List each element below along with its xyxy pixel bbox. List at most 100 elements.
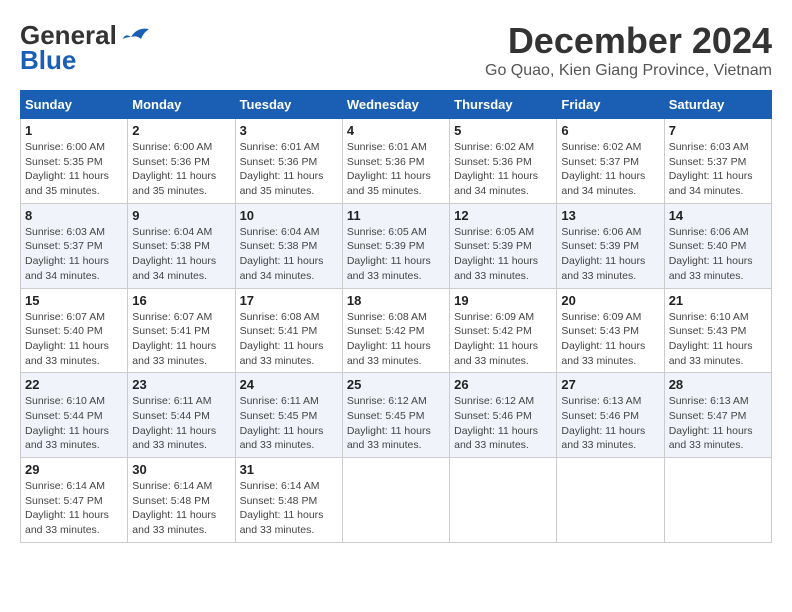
calendar-day-cell: 1 Sunrise: 6:00 AMSunset: 5:35 PMDayligh… <box>21 119 128 204</box>
calendar-day-cell: 19 Sunrise: 6:09 AMSunset: 5:42 PMDaylig… <box>450 288 557 373</box>
day-number: 10 <box>240 208 338 223</box>
day-info: Sunrise: 6:08 AMSunset: 5:42 PMDaylight:… <box>347 310 445 369</box>
day-number: 9 <box>132 208 230 223</box>
calendar-day-cell: 4 Sunrise: 6:01 AMSunset: 5:36 PMDayligh… <box>342 119 449 204</box>
day-number: 20 <box>561 293 659 308</box>
calendar-week-row: 1 Sunrise: 6:00 AMSunset: 5:35 PMDayligh… <box>21 119 772 204</box>
day-info: Sunrise: 6:02 AMSunset: 5:37 PMDaylight:… <box>561 140 659 199</box>
logo-blue: Blue <box>20 45 76 76</box>
calendar-day-cell: 14 Sunrise: 6:06 AMSunset: 5:40 PMDaylig… <box>664 203 771 288</box>
day-info: Sunrise: 6:03 AMSunset: 5:37 PMDaylight:… <box>669 140 767 199</box>
calendar-day-cell: 29 Sunrise: 6:14 AMSunset: 5:47 PMDaylig… <box>21 458 128 543</box>
calendar-day-cell: 31 Sunrise: 6:14 AMSunset: 5:48 PMDaylig… <box>235 458 342 543</box>
day-number: 24 <box>240 377 338 392</box>
day-info: Sunrise: 6:03 AMSunset: 5:37 PMDaylight:… <box>25 225 123 284</box>
empty-cell <box>557 458 664 543</box>
day-info: Sunrise: 6:06 AMSunset: 5:39 PMDaylight:… <box>561 225 659 284</box>
day-info: Sunrise: 6:01 AMSunset: 5:36 PMDaylight:… <box>240 140 338 199</box>
calendar-day-cell: 6 Sunrise: 6:02 AMSunset: 5:37 PMDayligh… <box>557 119 664 204</box>
empty-cell <box>342 458 449 543</box>
calendar-day-cell: 7 Sunrise: 6:03 AMSunset: 5:37 PMDayligh… <box>664 119 771 204</box>
day-number: 14 <box>669 208 767 223</box>
logo-bird-icon <box>121 25 153 47</box>
day-info: Sunrise: 6:14 AMSunset: 5:48 PMDaylight:… <box>240 479 338 538</box>
calendar-day-cell: 23 Sunrise: 6:11 AMSunset: 5:44 PMDaylig… <box>128 373 235 458</box>
calendar-header-row: Sunday Monday Tuesday Wednesday Thursday… <box>21 91 772 119</box>
calendar-day-cell: 5 Sunrise: 6:02 AMSunset: 5:36 PMDayligh… <box>450 119 557 204</box>
day-number: 17 <box>240 293 338 308</box>
day-number: 1 <box>25 123 123 138</box>
calendar-subtitle: Go Quao, Kien Giang Province, Vietnam <box>485 62 772 80</box>
day-number: 23 <box>132 377 230 392</box>
calendar-day-cell: 9 Sunrise: 6:04 AMSunset: 5:38 PMDayligh… <box>128 203 235 288</box>
day-info: Sunrise: 6:05 AMSunset: 5:39 PMDaylight:… <box>454 225 552 284</box>
day-info: Sunrise: 6:09 AMSunset: 5:42 PMDaylight:… <box>454 310 552 369</box>
calendar-day-cell: 26 Sunrise: 6:12 AMSunset: 5:46 PMDaylig… <box>450 373 557 458</box>
calendar-day-cell: 10 Sunrise: 6:04 AMSunset: 5:38 PMDaylig… <box>235 203 342 288</box>
empty-cell <box>450 458 557 543</box>
day-info: Sunrise: 6:00 AMSunset: 5:35 PMDaylight:… <box>25 140 123 199</box>
day-number: 3 <box>240 123 338 138</box>
calendar-day-cell: 30 Sunrise: 6:14 AMSunset: 5:48 PMDaylig… <box>128 458 235 543</box>
day-info: Sunrise: 6:06 AMSunset: 5:40 PMDaylight:… <box>669 225 767 284</box>
day-info: Sunrise: 6:00 AMSunset: 5:36 PMDaylight:… <box>132 140 230 199</box>
day-info: Sunrise: 6:08 AMSunset: 5:41 PMDaylight:… <box>240 310 338 369</box>
day-number: 29 <box>25 462 123 477</box>
day-info: Sunrise: 6:07 AMSunset: 5:41 PMDaylight:… <box>132 310 230 369</box>
calendar-day-cell: 12 Sunrise: 6:05 AMSunset: 5:39 PMDaylig… <box>450 203 557 288</box>
day-number: 22 <box>25 377 123 392</box>
day-info: Sunrise: 6:12 AMSunset: 5:46 PMDaylight:… <box>454 394 552 453</box>
calendar-week-row: 15 Sunrise: 6:07 AMSunset: 5:40 PMDaylig… <box>21 288 772 373</box>
calendar-title: December 2024 <box>485 20 772 62</box>
empty-cell <box>664 458 771 543</box>
day-number: 5 <box>454 123 552 138</box>
col-saturday: Saturday <box>664 91 771 119</box>
day-info: Sunrise: 6:13 AMSunset: 5:47 PMDaylight:… <box>669 394 767 453</box>
day-info: Sunrise: 6:14 AMSunset: 5:47 PMDaylight:… <box>25 479 123 538</box>
day-number: 18 <box>347 293 445 308</box>
day-info: Sunrise: 6:14 AMSunset: 5:48 PMDaylight:… <box>132 479 230 538</box>
calendar-day-cell: 8 Sunrise: 6:03 AMSunset: 5:37 PMDayligh… <box>21 203 128 288</box>
calendar-day-cell: 22 Sunrise: 6:10 AMSunset: 5:44 PMDaylig… <box>21 373 128 458</box>
day-info: Sunrise: 6:10 AMSunset: 5:43 PMDaylight:… <box>669 310 767 369</box>
calendar-day-cell: 28 Sunrise: 6:13 AMSunset: 5:47 PMDaylig… <box>664 373 771 458</box>
calendar-day-cell: 13 Sunrise: 6:06 AMSunset: 5:39 PMDaylig… <box>557 203 664 288</box>
calendar-week-row: 22 Sunrise: 6:10 AMSunset: 5:44 PMDaylig… <box>21 373 772 458</box>
day-number: 7 <box>669 123 767 138</box>
day-info: Sunrise: 6:11 AMSunset: 5:45 PMDaylight:… <box>240 394 338 453</box>
day-info: Sunrise: 6:09 AMSunset: 5:43 PMDaylight:… <box>561 310 659 369</box>
day-number: 2 <box>132 123 230 138</box>
day-number: 26 <box>454 377 552 392</box>
calendar-day-cell: 2 Sunrise: 6:00 AMSunset: 5:36 PMDayligh… <box>128 119 235 204</box>
calendar-week-row: 8 Sunrise: 6:03 AMSunset: 5:37 PMDayligh… <box>21 203 772 288</box>
day-number: 16 <box>132 293 230 308</box>
day-info: Sunrise: 6:05 AMSunset: 5:39 PMDaylight:… <box>347 225 445 284</box>
col-sunday: Sunday <box>21 91 128 119</box>
day-number: 25 <box>347 377 445 392</box>
day-number: 11 <box>347 208 445 223</box>
day-info: Sunrise: 6:01 AMSunset: 5:36 PMDaylight:… <box>347 140 445 199</box>
day-number: 27 <box>561 377 659 392</box>
day-info: Sunrise: 6:12 AMSunset: 5:45 PMDaylight:… <box>347 394 445 453</box>
col-monday: Monday <box>128 91 235 119</box>
header: General Blue December 2024 Go Quao, Kien… <box>20 20 772 80</box>
day-info: Sunrise: 6:11 AMSunset: 5:44 PMDaylight:… <box>132 394 230 453</box>
col-wednesday: Wednesday <box>342 91 449 119</box>
day-number: 28 <box>669 377 767 392</box>
title-area: December 2024 Go Quao, Kien Giang Provin… <box>485 20 772 80</box>
calendar-week-row: 29 Sunrise: 6:14 AMSunset: 5:47 PMDaylig… <box>21 458 772 543</box>
calendar-day-cell: 27 Sunrise: 6:13 AMSunset: 5:46 PMDaylig… <box>557 373 664 458</box>
day-number: 19 <box>454 293 552 308</box>
calendar-day-cell: 21 Sunrise: 6:10 AMSunset: 5:43 PMDaylig… <box>664 288 771 373</box>
day-number: 12 <box>454 208 552 223</box>
day-info: Sunrise: 6:10 AMSunset: 5:44 PMDaylight:… <box>25 394 123 453</box>
day-number: 8 <box>25 208 123 223</box>
day-number: 31 <box>240 462 338 477</box>
col-thursday: Thursday <box>450 91 557 119</box>
calendar-day-cell: 24 Sunrise: 6:11 AMSunset: 5:45 PMDaylig… <box>235 373 342 458</box>
calendar-day-cell: 16 Sunrise: 6:07 AMSunset: 5:41 PMDaylig… <box>128 288 235 373</box>
col-tuesday: Tuesday <box>235 91 342 119</box>
day-info: Sunrise: 6:02 AMSunset: 5:36 PMDaylight:… <box>454 140 552 199</box>
logo: General Blue <box>20 20 153 76</box>
day-number: 6 <box>561 123 659 138</box>
